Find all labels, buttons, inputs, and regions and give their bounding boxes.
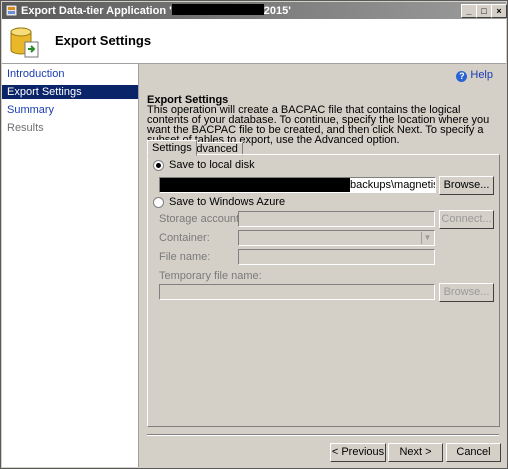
help-link[interactable]: ? Help <box>456 69 493 82</box>
storage-account-label: Storage account: <box>159 213 243 225</box>
maximize-button[interactable]: □ <box>476 4 492 18</box>
temp-file-input <box>159 284 435 300</box>
save-local-radio[interactable] <box>153 159 164 171</box>
cancel-button[interactable]: Cancel <box>446 443 501 462</box>
connect-button: Connect... <box>439 210 494 229</box>
app-icon <box>5 4 18 17</box>
wizard-header: Export Settings <box>2 19 506 64</box>
help-icon: ? <box>456 71 468 82</box>
redacted-database-name <box>171 4 264 15</box>
container-select: ▼ <box>238 230 435 246</box>
nav-item-introduction[interactable]: Introduction <box>2 67 138 81</box>
browse-azure-button: Browse... <box>439 283 494 302</box>
redacted-path <box>160 178 350 192</box>
nav-item-summary[interactable]: Summary <box>2 103 138 117</box>
local-path-input[interactable]: backups\magnetism_wel <box>159 177 436 193</box>
wizard-nav: Introduction Export Settings Summary Res… <box>2 64 139 467</box>
save-local-option[interactable]: Save to local disk <box>153 159 255 171</box>
chevron-down-icon: ▼ <box>421 232 433 244</box>
file-name-label: File name: <box>159 251 211 263</box>
help-label: Help <box>470 69 493 81</box>
export-wizard-window: Export Data-tier Application ' 2015' _ □ … <box>0 0 508 469</box>
save-azure-radio[interactable] <box>153 196 164 208</box>
container-label: Container: <box>159 232 210 244</box>
footer-separator <box>147 434 499 436</box>
save-local-label: Save to local disk <box>169 159 255 171</box>
storage-account-input <box>238 211 435 227</box>
database-export-icon <box>10 27 39 58</box>
title-bar[interactable]: Export Data-tier Application ' 2015' _ □ … <box>2 2 507 19</box>
minimize-button[interactable]: _ <box>461 4 477 18</box>
previous-button[interactable]: < Previous <box>330 443 386 462</box>
browse-local-button[interactable]: Browse... <box>439 176 494 195</box>
file-name-input <box>238 249 435 265</box>
save-azure-label: Save to Windows Azure <box>169 196 286 208</box>
page-title: Export Settings <box>55 33 152 48</box>
close-button[interactable]: × <box>491 4 507 18</box>
section-description: This operation will create a BACPAC file… <box>147 104 490 146</box>
window-title: Export Data-tier Application ' 2015' <box>21 4 291 17</box>
save-azure-option[interactable]: Save to Windows Azure <box>153 196 285 208</box>
nav-item-results: Results <box>7 122 44 134</box>
nav-item-export-settings[interactable]: Export Settings <box>2 85 138 99</box>
tab-settings[interactable]: Settings <box>147 140 197 156</box>
temp-file-label: Temporary file name: <box>159 270 262 282</box>
next-button[interactable]: Next > <box>388 443 443 462</box>
